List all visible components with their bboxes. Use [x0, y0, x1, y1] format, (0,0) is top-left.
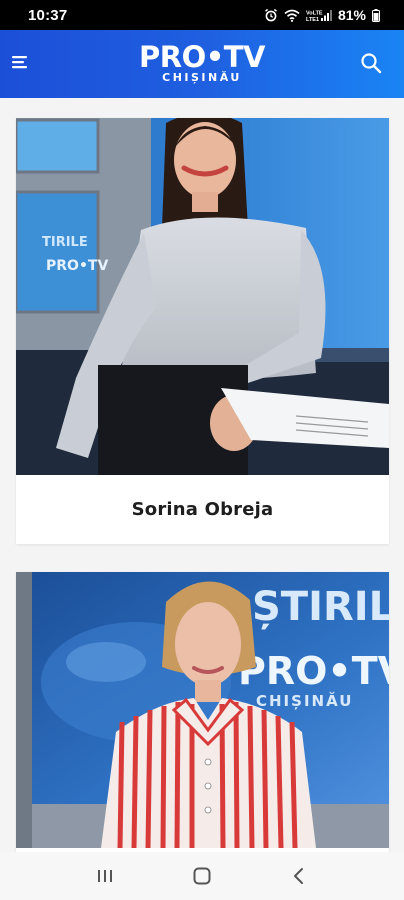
- recent-apps-icon: [97, 870, 112, 882]
- backdrop-logo: PRO•TV: [238, 649, 389, 693]
- backdrop-city: CHIȘINĂU: [256, 691, 353, 710]
- back-button[interactable]: [279, 856, 319, 896]
- search-button[interactable]: [360, 52, 382, 74]
- app-header: PRO•TV CHIȘINĂU: [0, 30, 404, 98]
- presenter-card[interactable]: ȘTIRILE PRO•TV CHIȘINĂU: [16, 572, 389, 852]
- presenter-photo: ȘTIRILE PRO•TV CHIȘINĂU: [16, 572, 389, 848]
- android-nav-bar: [0, 852, 404, 900]
- back-icon: [294, 868, 304, 884]
- svg-text:VoLTE: VoLTE: [306, 10, 323, 16]
- svg-text:LTE1: LTE1: [306, 17, 319, 22]
- protv-logo[interactable]: PRO•TV CHIȘINĂU: [139, 40, 266, 84]
- logo-main-text: PRO•TV: [139, 40, 266, 74]
- menu-button[interactable]: [10, 50, 34, 74]
- logo-sub-text: CHIȘINĂU: [162, 71, 242, 84]
- presenter-card[interactable]: TIRILE PRO•TV Sorina Obreja: [16, 118, 389, 544]
- wifi-icon: [284, 9, 300, 22]
- status-bar: 10:37 VoLTE LTE1 81%: [0, 0, 404, 30]
- recent-apps-button[interactable]: [85, 856, 125, 896]
- monitor-logo: PRO•TV: [46, 258, 108, 274]
- battery-icon: [372, 8, 380, 22]
- status-time: 10:37: [28, 6, 68, 24]
- presenter-photo: TIRILE PRO•TV: [16, 118, 389, 475]
- signal-icon: VoLTE LTE1: [306, 9, 332, 22]
- hamburger-menu-icon: [12, 56, 27, 69]
- alarm-icon: [264, 8, 277, 22]
- search-icon: [361, 53, 382, 74]
- presenter-name: Sorina Obreja: [131, 498, 274, 520]
- monitor-caption: TIRILE: [42, 235, 88, 250]
- backdrop-title: ȘTIRILE: [252, 584, 389, 630]
- battery-percent: 81%: [337, 7, 366, 23]
- home-button[interactable]: [182, 856, 222, 896]
- home-icon: [193, 867, 211, 885]
- presenters-list[interactable]: TIRILE PRO•TV Sorina Obreja ȘTIRIL PRO•T…: [0, 98, 404, 852]
- status-icons: VoLTE LTE1 81%: [264, 7, 380, 23]
